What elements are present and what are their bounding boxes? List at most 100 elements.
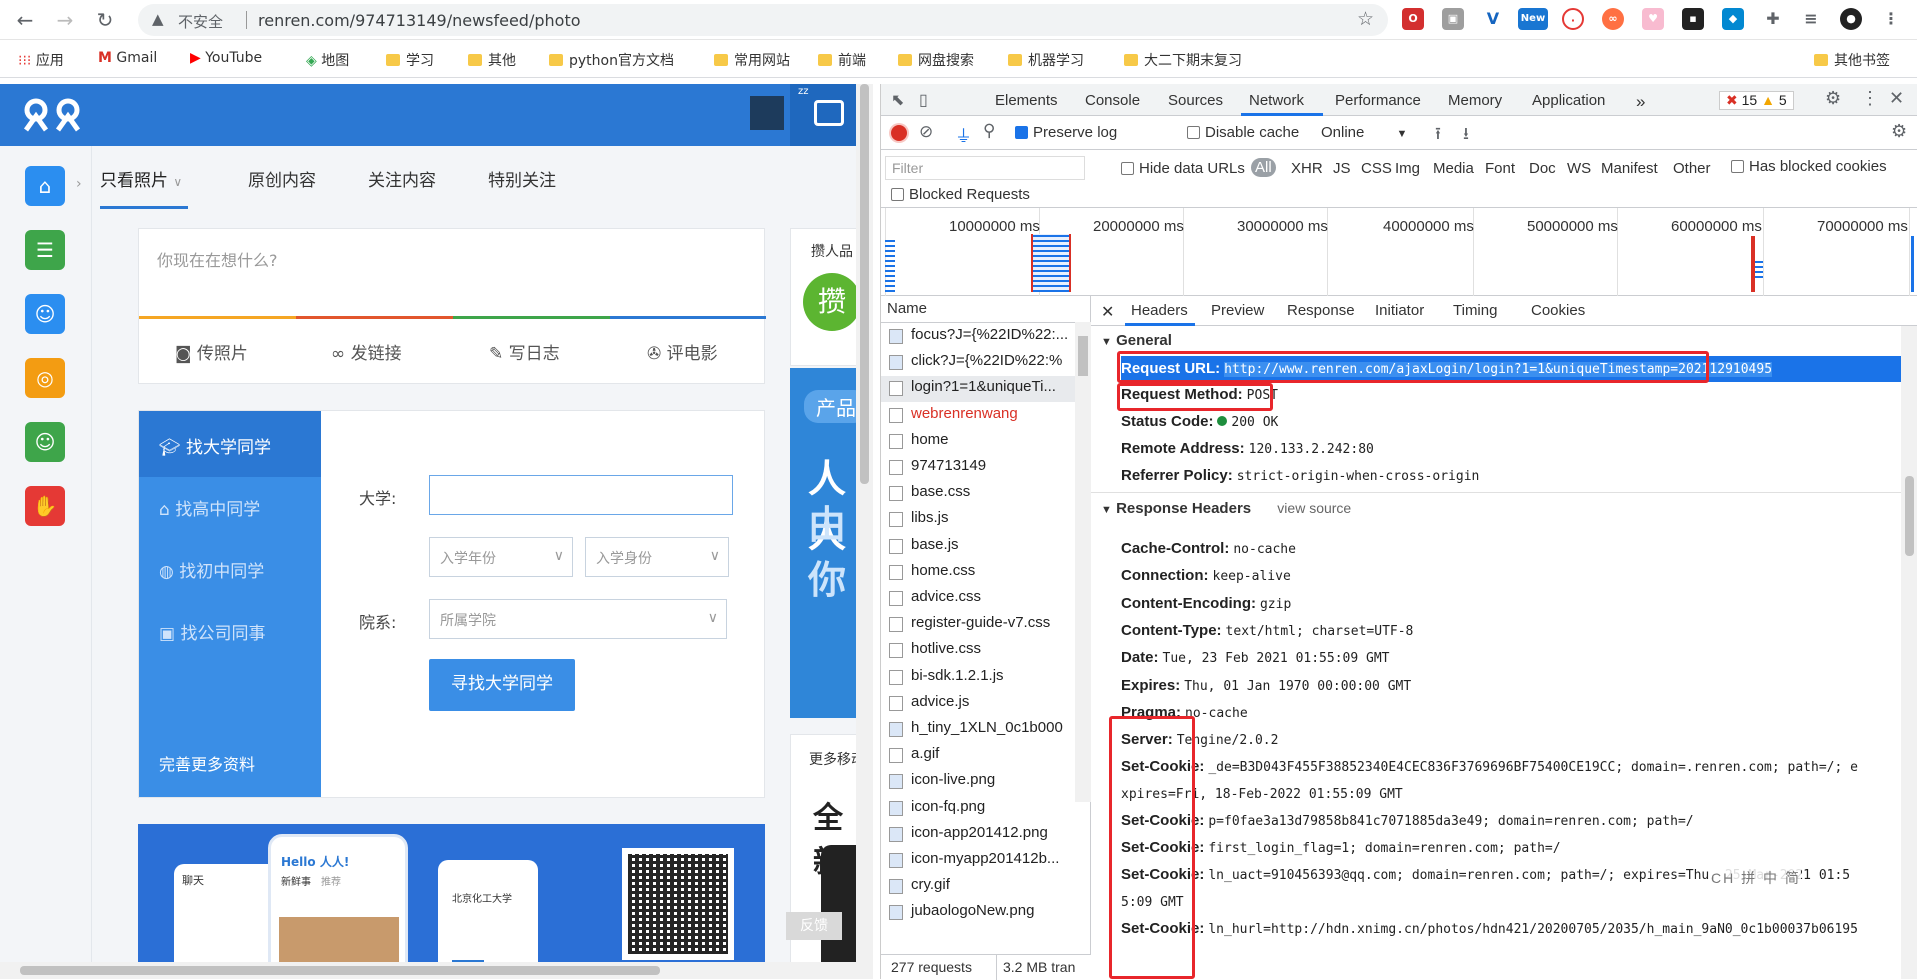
puzzle-icon[interactable]: ✚ (1762, 8, 1784, 30)
chevron-right-icon[interactable]: › (76, 176, 82, 192)
find-highschool-item[interactable]: ⌂ 找高中同学 (159, 495, 260, 520)
hide-data-urls-checkbox[interactable]: Hide data URLs (1121, 160, 1245, 177)
game-icon[interactable]: ✋ (25, 486, 65, 526)
status-input[interactable]: 你现在在想什么? (157, 247, 278, 271)
request-row[interactable]: 974713149 (881, 455, 1081, 481)
url-text[interactable]: renren.com/974713149/newsfeed/photo (258, 11, 581, 30)
header-referrer-policy[interactable]: Referrer Policy: strict-origin-when-cross… (1121, 467, 1479, 484)
tab-following[interactable]: 关注内容 (368, 166, 436, 191)
bookmark-folder[interactable]: python官方文档 (549, 50, 674, 70)
request-list-scrollbar[interactable] (1075, 322, 1091, 802)
request-row[interactable]: bi-sdk.1.2.1.js (881, 665, 1081, 691)
app-download-banner[interactable]: 聊天 Hello 人人! 新鲜事 推荐 北京化工大学 关注 (138, 824, 765, 979)
tab-memory[interactable]: Memory (1448, 92, 1502, 109)
settings-gear-icon[interactable]: ⚙ (1891, 121, 1907, 142)
request-row[interactable]: hotlive.css (881, 638, 1081, 664)
bookmark-folder[interactable]: 学习 (386, 50, 434, 70)
response-header-row[interactable]: Connection: keep-alive (1121, 567, 1291, 584)
page-scrollbar[interactable] (856, 84, 873, 979)
request-row[interactable]: register-guide-v7.css (881, 612, 1081, 638)
profile-card-icon[interactable]: ☰ (25, 230, 65, 270)
bookmark-folder[interactable]: 大二下期末复习 (1124, 50, 1242, 70)
share-link-button[interactable]: ∞ 发链接 (331, 339, 402, 364)
tab-sources[interactable]: Sources (1168, 92, 1223, 109)
tab-headers[interactable]: Headers (1131, 302, 1188, 319)
reload-icon[interactable]: ↻ (92, 7, 118, 33)
feedback-button[interactable]: 反馈 (786, 912, 842, 940)
bookmark-folder[interactable]: 其他 (468, 50, 516, 70)
bookmark-apps[interactable]: ⁝⁝⁝ 应用 (18, 50, 64, 70)
horizontal-scrollbar[interactable] (0, 962, 856, 979)
disable-cache-checkbox[interactable]: Disable cache (1187, 124, 1299, 141)
response-header-row[interactable]: Content-Encoding: gzip (1121, 595, 1291, 612)
preserve-log-checkbox[interactable]: Preserve log (1015, 124, 1117, 141)
filter-type-all[interactable]: All (1251, 158, 1276, 177)
tab-console[interactable]: Console (1085, 92, 1140, 109)
renren-logo[interactable] (22, 98, 82, 132)
request-row[interactable]: a.gif (881, 743, 1081, 769)
app-icon[interactable]: ◎ (25, 358, 65, 398)
name-column-header[interactable]: Name (887, 300, 927, 317)
bookmark-maps[interactable]: ◈ 地图 (306, 50, 349, 70)
bookmark-star-icon[interactable]: ☆ (1357, 8, 1374, 30)
extension-icon[interactable]: · (1562, 8, 1584, 30)
request-row[interactable]: icon-app201412.png (881, 822, 1081, 848)
tab-response[interactable]: Response (1287, 302, 1355, 319)
request-row[interactable]: home.css (881, 560, 1081, 586)
throttle-select[interactable]: Online ▼ (1321, 124, 1407, 141)
general-section-toggle[interactable]: ▼ General (1101, 332, 1172, 349)
bookmark-folder[interactable]: 常用网站 (714, 50, 790, 70)
extension-icon[interactable]: O (1402, 8, 1424, 30)
download-icon[interactable]: ⭳ (1463, 121, 1469, 150)
filter-type-ws[interactable]: WS (1567, 160, 1591, 177)
extension-icon[interactable]: ∞ (1602, 8, 1624, 30)
filter-type-doc[interactable]: Doc (1529, 160, 1556, 177)
reading-list-icon[interactable]: ≡ (1800, 8, 1822, 30)
enroll-identity-select[interactable]: 入学身份 ∨ (585, 537, 729, 577)
forward-arrow-icon[interactable]: → (52, 7, 78, 33)
tab-application[interactable]: Application (1532, 92, 1605, 109)
set-cookie-row[interactable]: Set-Cookie: _de=B3D043F455F38852340E4CEC8… (1121, 758, 1858, 775)
tab-network[interactable]: Network (1249, 92, 1304, 109)
request-row[interactable]: icon-fq.png (881, 796, 1081, 822)
find-university-item[interactable]: 🎓︎ 找大学同学 (159, 433, 271, 458)
request-row[interactable]: advice.css (881, 586, 1081, 612)
tab-special-follow[interactable]: 特别关注 (488, 166, 556, 191)
request-row[interactable]: icon-live.png (881, 769, 1081, 795)
inspect-icon[interactable]: ⬉ (891, 90, 904, 110)
tab-timing[interactable]: Timing (1453, 302, 1497, 319)
response-header-row[interactable]: Expires: Thu, 01 Jan 1970 00:00:00 GMT (1121, 677, 1411, 694)
extension-new-icon[interactable]: New (1518, 8, 1548, 30)
record-icon[interactable] (891, 125, 907, 141)
tab-cookies[interactable]: Cookies (1531, 302, 1585, 319)
close-detail-icon[interactable]: ✕ (1101, 302, 1114, 322)
back-arrow-icon[interactable]: ← (12, 7, 38, 33)
tab-elements[interactable]: Elements (995, 92, 1058, 109)
response-header-row[interactable]: Date: Tue, 23 Feb 2021 01:55:09 GMT (1121, 649, 1390, 666)
upload-photo-button[interactable]: ◙ 传照片 (175, 339, 248, 364)
response-header-row[interactable]: Cache-Control: no-cache (1121, 540, 1296, 557)
response-headers-toggle[interactable]: ▼ Response Headers view source (1101, 500, 1351, 517)
request-row[interactable]: login?1=1&uniqueTi... (881, 376, 1081, 403)
view-source-link[interactable]: view source (1277, 500, 1351, 516)
extension-icon[interactable]: V (1482, 8, 1504, 30)
bookmark-folder[interactable]: 机器学习 (1008, 50, 1084, 70)
response-header-row[interactable]: Content-Type: text/html; charset=UTF-8 (1121, 622, 1413, 639)
tab-original[interactable]: 原创内容 (248, 166, 316, 191)
extension-icon[interactable]: ◆ (1722, 8, 1744, 30)
filter-type-img[interactable]: Img (1395, 160, 1420, 177)
find-classmates-button[interactable]: 寻找大学同学 (429, 659, 575, 711)
request-row[interactable]: libs.js (881, 507, 1081, 533)
menu-dots-icon[interactable]: ⋮ (1861, 88, 1879, 109)
ime-toolbar[interactable]: CH 拼 中 简 (1711, 868, 1801, 888)
tab-preview[interactable]: Preview (1211, 302, 1264, 319)
request-row[interactable]: focus?J={%22ID%22:... (881, 324, 1081, 350)
other-bookmarks[interactable]: 其他书签 (1814, 50, 1890, 70)
filter-input[interactable]: Filter (885, 156, 1085, 180)
find-middleschool-item[interactable]: ◍ 找初中同学 (159, 557, 264, 582)
user-icon[interactable]: ☺ (25, 294, 65, 334)
friends-icon[interactable]: ☺ (25, 422, 65, 462)
network-timeline[interactable]: 10000000 ms 20000000 ms 30000000 ms 4000… (881, 208, 1917, 296)
extension-icon[interactable]: ▣ (1442, 8, 1464, 30)
bookmark-folder[interactable]: 网盘搜索 (898, 50, 974, 70)
